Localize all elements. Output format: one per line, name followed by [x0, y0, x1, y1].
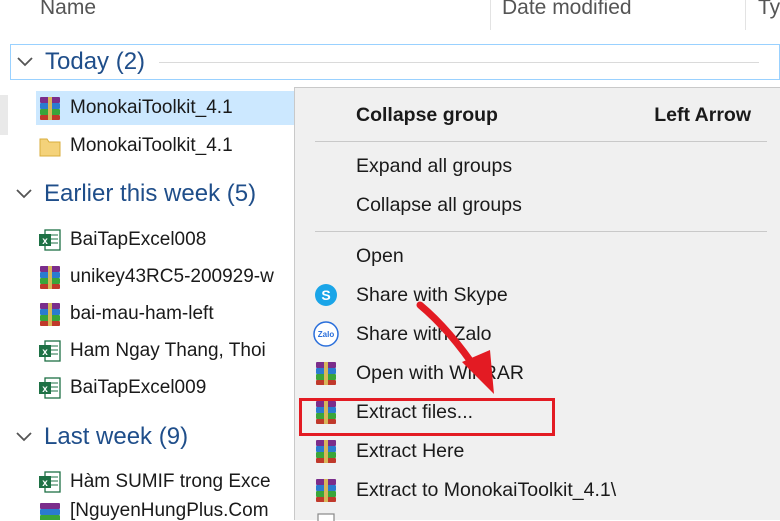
menu-item-label: Extract to MonokaiToolkit_4.1\ — [356, 478, 617, 501]
group-title: Earlier this week (5) — [44, 180, 257, 207]
winrar-archive-icon — [36, 300, 64, 328]
file-name: Hàm SUMIF trong Exce — [70, 471, 271, 492]
menu-separator — [315, 231, 767, 232]
svg-text:Zalo: Zalo — [318, 330, 335, 339]
winrar-icon — [311, 475, 341, 505]
file-row-archive[interactable]: bai-mau-ham-left — [36, 297, 294, 331]
group-header-today[interactable]: Today (2) — [10, 44, 780, 80]
menu-item-collapse-group[interactable]: Collapse group Left Arrow — [295, 97, 780, 133]
svg-text:x: x — [42, 347, 48, 358]
chevron-down-icon[interactable] — [11, 48, 39, 76]
menu-separator — [315, 141, 767, 142]
winrar-icon — [311, 436, 341, 466]
file-row-archive[interactable]: [NguyenHungPlus.Com — [36, 500, 294, 520]
winrar-archive-icon — [36, 263, 64, 291]
folder-icon — [36, 132, 64, 160]
menu-item-label: Collapse all groups — [356, 193, 522, 216]
document-icon — [311, 510, 341, 521]
excel-file-icon: x — [36, 468, 64, 496]
menu-item-extract-to-folder[interactable]: Extract to MonokaiToolkit_4.1\ — [295, 472, 780, 508]
menu-item-expand-all-groups[interactable]: Expand all groups — [295, 148, 780, 184]
file-row-archive[interactable]: unikey43RC5-200929-w — [36, 260, 294, 294]
menu-item-label: Open — [356, 244, 404, 267]
context-menu: Collapse group Left Arrow Expand all gro… — [294, 87, 780, 521]
menu-item-label: Collapse group — [356, 103, 498, 126]
file-name: Ham Ngay Thang, Thoi — [70, 340, 266, 361]
column-divider[interactable] — [490, 0, 491, 30]
column-header: Name Date modified Typ — [0, 0, 780, 32]
highlight-annotation-box — [299, 398, 555, 436]
zalo-icon: Zalo — [311, 319, 341, 349]
menu-item-label: Share with Zalo — [356, 322, 492, 345]
group-header-earlier-this-week[interactable]: Earlier this week (5) — [10, 176, 300, 212]
file-name: bai-mau-ham-left — [70, 303, 214, 324]
column-type-header[interactable]: Typ — [758, 0, 780, 20]
file-row-archive[interactable]: MonokaiToolkit_4.1 — [36, 91, 294, 125]
menu-item-open[interactable]: Open — [295, 238, 780, 274]
file-row-excel[interactable]: x Hàm SUMIF trong Exce — [36, 465, 294, 499]
svg-text:x: x — [42, 478, 48, 489]
winrar-archive-icon — [36, 94, 64, 122]
excel-file-icon: x — [36, 337, 64, 365]
svg-text:x: x — [42, 236, 48, 247]
chevron-down-icon[interactable] — [10, 423, 38, 451]
file-name: MonokaiToolkit_4.1 — [70, 97, 233, 118]
menu-item-collapse-all-groups[interactable]: Collapse all groups — [295, 187, 780, 223]
file-name: MonokaiToolkit_4.1 — [70, 135, 233, 156]
menu-item-label: Expand all groups — [356, 154, 513, 177]
menu-item-partial[interactable] — [295, 510, 780, 521]
menu-item-label: Extract Here — [356, 439, 465, 462]
file-row-excel[interactable]: x BaiTapExcel008 — [36, 223, 294, 257]
menu-item-label: Share with Skype — [356, 283, 508, 306]
file-name: BaiTapExcel009 — [70, 377, 207, 398]
excel-file-icon: x — [36, 374, 64, 402]
group-divider — [159, 61, 760, 63]
svg-text:x: x — [42, 384, 48, 395]
group-header-last-week[interactable]: Last week (9) — [10, 419, 300, 455]
menu-item-share-with-zalo[interactable]: Zalo Share with Zalo — [295, 316, 780, 352]
column-name-header[interactable]: Name — [40, 0, 96, 20]
excel-file-icon: x — [36, 226, 64, 254]
file-name: unikey43RC5-200929-w — [70, 266, 274, 287]
menu-item-open-with-winrar[interactable]: Open with WinRAR — [295, 355, 780, 391]
winrar-archive-icon — [36, 500, 64, 520]
skype-icon: S — [311, 280, 341, 310]
group-title: Today (2) — [45, 48, 146, 75]
file-name: BaiTapExcel008 — [70, 229, 207, 250]
menu-item-extract-here[interactable]: Extract Here — [295, 433, 780, 469]
winrar-icon — [311, 358, 341, 388]
file-row-excel[interactable]: x BaiTapExcel009 — [36, 371, 294, 405]
navigation-pane-edge — [0, 95, 8, 135]
group-title: Last week (9) — [44, 423, 189, 450]
chevron-down-icon[interactable] — [10, 180, 38, 208]
column-date-modified-header[interactable]: Date modified — [502, 0, 632, 20]
column-divider[interactable] — [745, 0, 746, 30]
menu-item-label: Open with WinRAR — [356, 361, 524, 384]
file-row-folder[interactable]: MonokaiToolkit_4.1 — [36, 129, 294, 163]
file-name: [NguyenHungPlus.Com — [70, 500, 269, 520]
svg-text:S: S — [321, 287, 330, 303]
menu-item-share-with-skype[interactable]: S Share with Skype — [295, 277, 780, 313]
file-row-excel[interactable]: x Ham Ngay Thang, Thoi — [36, 334, 294, 368]
shortcut-label: Left Arrow — [654, 103, 751, 126]
